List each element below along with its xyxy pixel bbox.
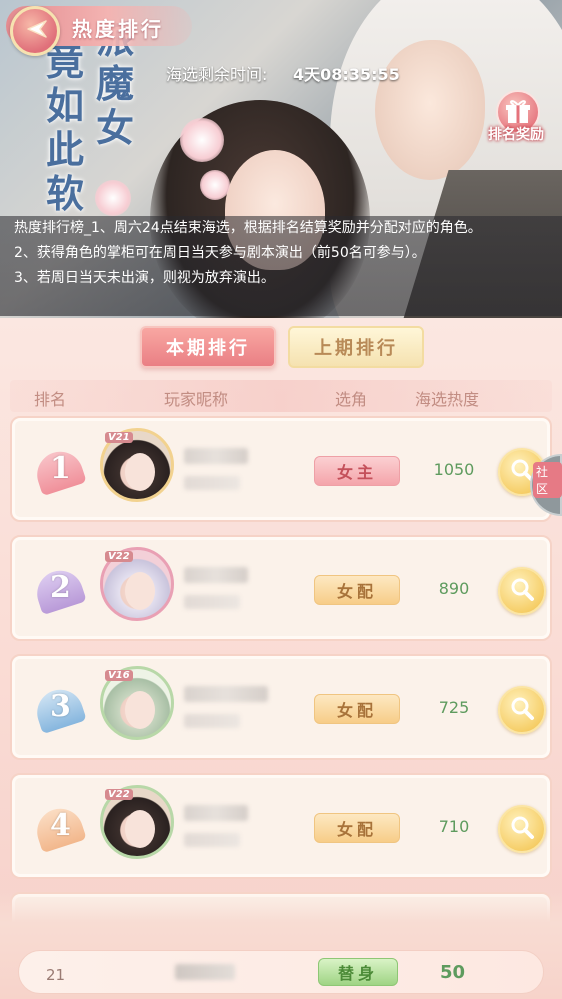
ranking-row: 4 V22 女配 710 <box>10 773 552 879</box>
rank-number: 3 <box>50 689 71 724</box>
magnifier-icon <box>509 814 535 844</box>
column-rank: 排名 <box>34 390 67 409</box>
vip-badge: V16 <box>105 670 133 681</box>
rules-line-3: 3、若周日当天未出演，则视为放弃演出。 <box>14 270 275 286</box>
ranking-row: 1 V21 女主 1050 <box>10 416 552 522</box>
tab-current-ranking[interactable]: 本期排行 <box>140 326 276 368</box>
blossom-decoration <box>95 180 131 216</box>
view-player-button[interactable] <box>498 805 546 853</box>
rank-number: 4 <box>50 808 71 843</box>
rank-number: 1 <box>50 451 71 486</box>
rank-badge: 4 <box>30 802 90 854</box>
player-info-blurred <box>184 714 240 728</box>
countdown-value: 4天08:35:55 <box>293 65 400 84</box>
player-info-blurred <box>184 833 240 847</box>
rank-badge: 1 <box>30 445 90 497</box>
rank-number: 2 <box>50 570 71 605</box>
role-tag: 女主 <box>314 456 400 486</box>
rules-line-1: 热度排行榜_1、周六24点结束海选，根据排名结算奖励并分配对应的角色。 <box>14 220 482 236</box>
ranking-reward-label: 排名奖励 <box>488 127 544 143</box>
heat-value: 890 <box>438 579 470 598</box>
magnifier-icon <box>509 576 535 606</box>
blossom-decoration <box>180 118 224 162</box>
view-player-button[interactable] <box>498 567 546 615</box>
magnifier-icon <box>509 695 535 725</box>
column-role: 选角 <box>335 390 368 409</box>
heat-value: 725 <box>438 698 470 717</box>
rank-badge: 2 <box>30 564 90 616</box>
my-rank: 21 <box>46 966 66 984</box>
vip-badge: V21 <box>105 432 133 443</box>
ranking-reward-button[interactable]: 排名奖励 <box>480 90 552 150</box>
player-info-blurred <box>184 476 240 490</box>
tab-previous-ranking[interactable]: 上期排行 <box>288 326 424 368</box>
page-title: 热度排行 <box>72 17 164 41</box>
column-heat: 海选热度 <box>415 390 480 409</box>
player-name-blurred <box>184 567 248 583</box>
my-role-tag: 替身 <box>318 958 398 986</box>
vip-badge: V22 <box>105 551 133 562</box>
table-header: 排名 玩家昵称 选角 海选热度 <box>10 380 552 412</box>
ranking-row: 3 V16 女配 725 <box>10 654 552 760</box>
role-tag: 女配 <box>314 575 400 605</box>
heat-value: 1050 <box>433 460 475 479</box>
my-name-blurred <box>175 964 235 980</box>
countdown-label: 海选剩余时间: <box>166 65 268 84</box>
rules-line-2: 2、获得角色的掌柜可在周日当天参与剧本演出（前50名可参与）。 <box>14 245 426 261</box>
role-tag: 女配 <box>314 813 400 843</box>
back-arrow-icon <box>22 18 48 44</box>
column-nickname: 玩家昵称 <box>164 390 229 409</box>
heat-value: 710 <box>438 817 470 836</box>
vip-badge: V22 <box>105 789 133 800</box>
back-button[interactable] <box>10 6 60 56</box>
view-player-button[interactable] <box>498 686 546 734</box>
role-tag: 女配 <box>314 694 400 724</box>
my-heat-value: 50 <box>440 962 466 983</box>
my-ranking-row <box>18 950 544 994</box>
player-name-blurred <box>184 448 248 464</box>
rank-badge: 3 <box>30 683 90 735</box>
player-info-blurred <box>184 595 240 609</box>
rules-text: 热度排行榜_1、周六24点结束海选，根据排名结算奖励并分配对应的角色。 2、获得… <box>0 216 562 316</box>
player-name-blurred <box>184 686 268 702</box>
ranking-row: 2 V22 女配 890 <box>10 535 552 641</box>
banner-calligraphy-left: 竟如此软 <box>46 39 85 216</box>
blossom-decoration <box>200 170 230 200</box>
community-label: 社区 <box>533 462 562 498</box>
player-name-blurred <box>184 805 248 821</box>
